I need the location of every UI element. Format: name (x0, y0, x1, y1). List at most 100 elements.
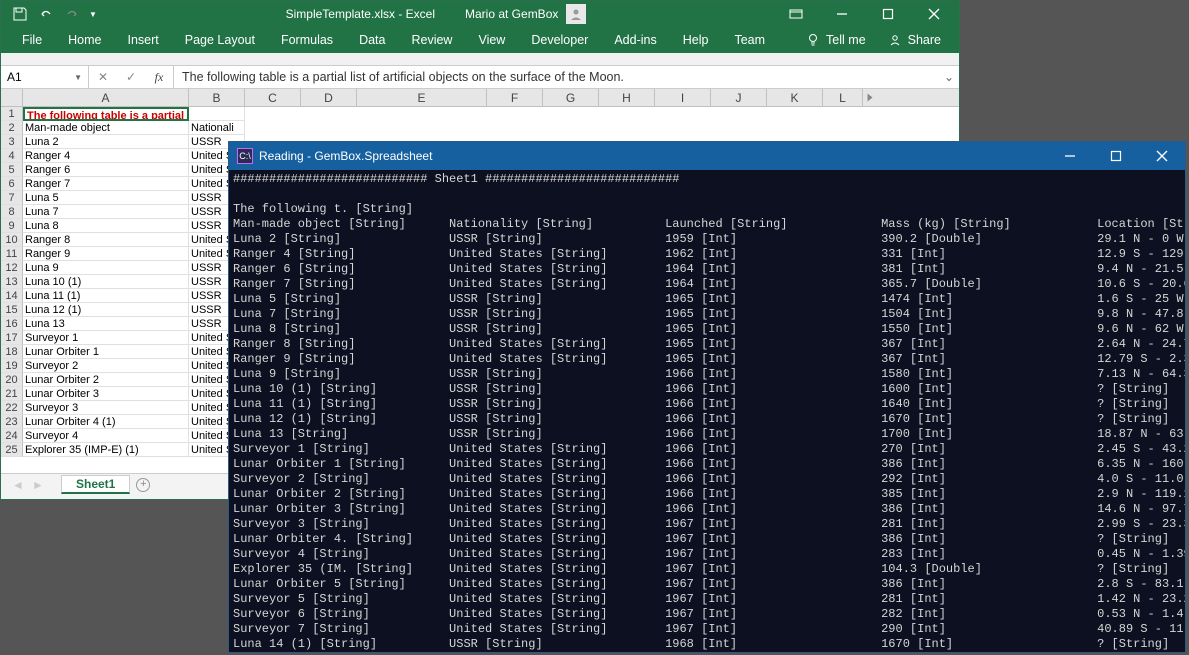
col-header-k[interactable]: K (767, 89, 823, 106)
console-close-icon[interactable] (1139, 142, 1185, 170)
row-header[interactable]: 5 (1, 163, 23, 177)
row-header[interactable]: 9 (1, 219, 23, 233)
col-scroll-right[interactable] (863, 89, 877, 106)
tellme-button[interactable]: Tell me (796, 27, 876, 53)
grid-row-1[interactable]: 1 The following table is a partial list … (1, 107, 959, 121)
row-header[interactable]: 22 (1, 401, 23, 415)
cell[interactable]: Luna 7 (23, 205, 189, 219)
cell[interactable]: Nationali (189, 121, 245, 135)
col-header-b[interactable]: B (189, 89, 245, 106)
row-header[interactable]: 21 (1, 387, 23, 401)
share-button[interactable]: Share (878, 27, 951, 53)
cell-a1[interactable]: The following table is a partial list of… (23, 107, 189, 121)
row-header[interactable]: 24 (1, 429, 23, 443)
row-header[interactable]: 2 (1, 121, 23, 135)
sheet-nav-prev-icon[interactable]: ◄ (9, 478, 27, 492)
row-header[interactable]: 1 (1, 107, 23, 121)
row-header[interactable]: 4 (1, 149, 23, 163)
cell[interactable]: Luna 13 (23, 317, 189, 331)
cell[interactable]: Surveyor 4 (23, 429, 189, 443)
row-header[interactable]: 11 (1, 247, 23, 261)
formula-input[interactable]: The following table is a partial list of… (174, 66, 939, 88)
cell[interactable]: Explorer 35 (IMP-E) (1) (23, 443, 189, 457)
cell[interactable]: Ranger 9 (23, 247, 189, 261)
tab-team[interactable]: Team (721, 27, 778, 53)
col-header-h[interactable]: H (599, 89, 655, 106)
row-header[interactable]: 17 (1, 331, 23, 345)
name-box[interactable]: A1 ▼ (1, 66, 89, 88)
tab-developer[interactable]: Developer (518, 27, 601, 53)
tab-data[interactable]: Data (346, 27, 398, 53)
cell[interactable] (189, 107, 245, 121)
cell[interactable]: Ranger 4 (23, 149, 189, 163)
col-header-f[interactable]: F (487, 89, 543, 106)
row-header[interactable]: 8 (1, 205, 23, 219)
cell[interactable]: Luna 5 (23, 191, 189, 205)
cell[interactable]: Luna 8 (23, 219, 189, 233)
ribbon-display-icon[interactable] (773, 1, 819, 27)
cell[interactable]: Luna 2 (23, 135, 189, 149)
tab-file[interactable]: File (9, 27, 55, 53)
name-box-dropdown-icon[interactable]: ▼ (74, 73, 82, 82)
add-sheet-button[interactable]: + (132, 476, 154, 494)
col-header-i[interactable]: I (655, 89, 711, 106)
cell[interactable]: Luna 9 (23, 261, 189, 275)
tab-formulas[interactable]: Formulas (268, 27, 346, 53)
minimize-icon[interactable] (819, 1, 865, 27)
cell[interactable]: Ranger 8 (23, 233, 189, 247)
row-header[interactable]: 13 (1, 275, 23, 289)
col-header-a[interactable]: A (23, 89, 189, 106)
tab-help[interactable]: Help (670, 27, 722, 53)
cell[interactable]: Surveyor 1 (23, 331, 189, 345)
row-header[interactable]: 10 (1, 233, 23, 247)
undo-icon[interactable] (35, 3, 57, 25)
row-header[interactable]: 6 (1, 177, 23, 191)
row-header[interactable]: 15 (1, 303, 23, 317)
col-header-d[interactable]: D (301, 89, 357, 106)
sheet-nav-next-icon[interactable]: ► (29, 478, 47, 492)
tab-home[interactable]: Home (55, 27, 114, 53)
col-header-l[interactable]: L (823, 89, 863, 106)
sheet-tab-sheet1[interactable]: Sheet1 (61, 475, 130, 494)
redo-icon[interactable] (61, 3, 83, 25)
cell[interactable]: Ranger 6 (23, 163, 189, 177)
save-icon[interactable] (9, 3, 31, 25)
cell[interactable]: Lunar Orbiter 3 (23, 387, 189, 401)
col-header-e[interactable]: E (357, 89, 487, 106)
tab-review[interactable]: Review (398, 27, 465, 53)
maximize-icon[interactable] (865, 1, 911, 27)
enter-formula-icon[interactable]: ✓ (117, 70, 145, 84)
row-header[interactable]: 19 (1, 359, 23, 373)
col-header-j[interactable]: J (711, 89, 767, 106)
cell[interactable]: Luna 11 (1) (23, 289, 189, 303)
row-header[interactable]: 12 (1, 261, 23, 275)
cell[interactable]: Man-made object (23, 121, 189, 135)
row-header[interactable]: 14 (1, 289, 23, 303)
grid-row[interactable]: 2Man-made objectNationali (1, 121, 959, 135)
console-minimize-icon[interactable] (1047, 142, 1093, 170)
user-avatar-icon[interactable] (566, 4, 586, 24)
cell[interactable]: Lunar Orbiter 1 (23, 345, 189, 359)
row-header[interactable]: 3 (1, 135, 23, 149)
row-header[interactable]: 16 (1, 317, 23, 331)
cell[interactable]: Lunar Orbiter 2 (23, 373, 189, 387)
cancel-formula-icon[interactable]: ✕ (89, 70, 117, 84)
tab-addins[interactable]: Add-ins (601, 27, 669, 53)
select-all-corner[interactable] (1, 89, 23, 106)
cell[interactable]: Luna 10 (1) (23, 275, 189, 289)
col-header-g[interactable]: G (543, 89, 599, 106)
cell[interactable]: Surveyor 2 (23, 359, 189, 373)
console-output[interactable]: ########################### Sheet1 #####… (229, 170, 1185, 652)
formula-expand-icon[interactable]: ⌄ (939, 70, 959, 84)
tab-pagelayout[interactable]: Page Layout (172, 27, 268, 53)
cell[interactable]: Surveyor 3 (23, 401, 189, 415)
cell[interactable]: Luna 12 (1) (23, 303, 189, 317)
console-maximize-icon[interactable] (1093, 142, 1139, 170)
row-header[interactable]: 25 (1, 443, 23, 457)
close-icon[interactable] (911, 1, 957, 27)
cell[interactable]: Ranger 7 (23, 177, 189, 191)
col-header-c[interactable]: C (245, 89, 301, 106)
row-header[interactable]: 23 (1, 415, 23, 429)
cell[interactable]: Lunar Orbiter 4 (1) (23, 415, 189, 429)
tab-view[interactable]: View (465, 27, 518, 53)
